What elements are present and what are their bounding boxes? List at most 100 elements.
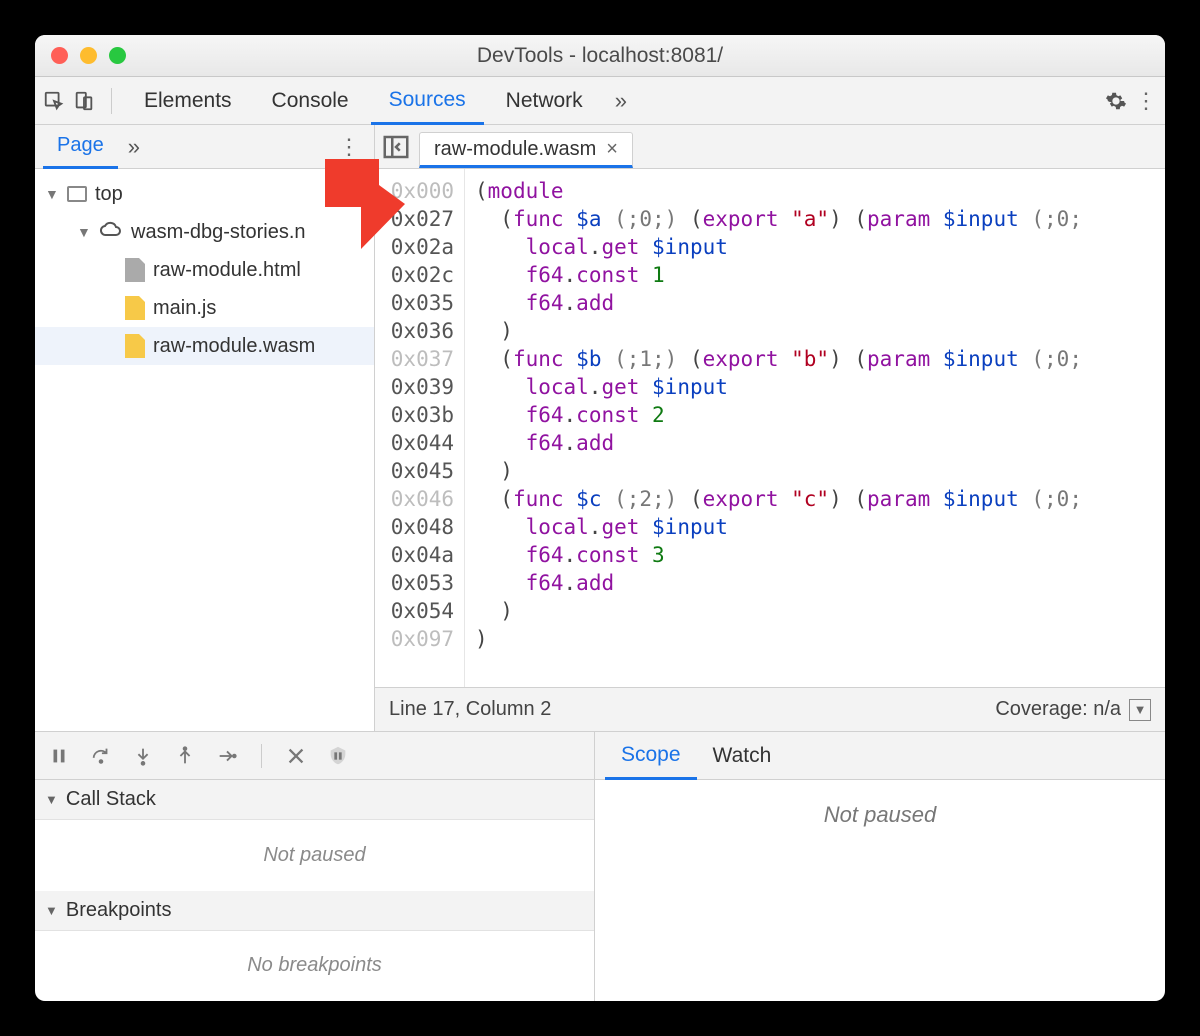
tab-elements[interactable]: Elements: [126, 77, 250, 124]
gutter-address[interactable]: 0x037: [379, 345, 454, 373]
gutter-address[interactable]: 0x04a: [379, 541, 454, 569]
code-editor[interactable]: 0x0000x0270x02a0x02c0x0350x0360x0370x039…: [375, 169, 1165, 687]
scope-body: Not paused: [595, 780, 1165, 1001]
call-stack-header[interactable]: ▼ Call Stack: [35, 780, 594, 820]
tree-file[interactable]: raw-module.wasm: [35, 327, 374, 365]
annotation-arrow-icon: [325, 159, 405, 255]
chevron-down-icon[interactable]: ▼: [1129, 699, 1151, 721]
kebab-menu-icon[interactable]: ⋮: [1133, 88, 1159, 114]
gutter-address[interactable]: 0x03b: [379, 401, 454, 429]
editor-tabs: raw-module.wasm ×: [375, 125, 1165, 169]
frame-icon: [67, 186, 87, 202]
scope-tab[interactable]: Scope: [605, 733, 697, 780]
close-icon[interactable]: ×: [606, 138, 618, 161]
gutter-address[interactable]: 0x039: [379, 373, 454, 401]
editor-tab[interactable]: raw-module.wasm ×: [419, 132, 633, 168]
breakpoints-header[interactable]: ▼ Breakpoints: [35, 891, 594, 931]
code-line: ): [475, 625, 1082, 653]
code-content: (module (func $a (;0;) (export "a") (par…: [465, 169, 1082, 687]
code-line: f64.add: [475, 429, 1082, 457]
gutter-address[interactable]: 0x02c: [379, 261, 454, 289]
cursor-position: Line 17, Column 2: [389, 698, 551, 721]
toolbar-separator: [111, 88, 112, 114]
window-title: DevTools - localhost:8081/: [35, 44, 1165, 68]
code-line: ): [475, 317, 1082, 345]
devtools-window: DevTools - localhost:8081/ Elements Cons…: [35, 35, 1165, 1001]
pause-on-exceptions-icon[interactable]: [326, 744, 350, 768]
call-stack-label: Call Stack: [66, 788, 156, 811]
gutter-address[interactable]: 0x097: [379, 625, 454, 653]
tab-network[interactable]: Network: [488, 77, 601, 124]
debugger-pane: ▼ Call Stack Not paused ▼ Breakpoints No…: [35, 731, 1165, 1001]
cloud-icon: [99, 220, 123, 244]
tree-file[interactable]: raw-module.html: [35, 251, 374, 289]
gutter-address[interactable]: 0x045: [379, 457, 454, 485]
tree-file[interactable]: main.js: [35, 289, 374, 327]
tree-origin[interactable]: ▼ wasm-dbg-stories.n: [35, 213, 374, 251]
gutter-address[interactable]: 0x053: [379, 569, 454, 597]
code-line: local.get $input: [475, 233, 1082, 261]
call-stack-body: Not paused: [35, 820, 594, 891]
file-icon: [125, 334, 145, 358]
gear-icon[interactable]: [1103, 88, 1129, 114]
gutter-address[interactable]: 0x046: [379, 485, 454, 513]
navigator-tab-page[interactable]: Page: [43, 126, 118, 169]
code-line: f64.add: [475, 289, 1082, 317]
code-line: f64.add: [475, 569, 1082, 597]
gutter-address[interactable]: 0x054: [379, 597, 454, 625]
code-line: f64.const 2: [475, 401, 1082, 429]
tree-label: main.js: [153, 297, 216, 320]
code-line: (func $b (;1;) (export "b") (param $inpu…: [475, 345, 1082, 373]
main-area: Page » ⋮ ▼ top ▼ wasm-dbg-stories.n: [35, 125, 1165, 731]
file-icon: [125, 296, 145, 320]
tab-sources[interactable]: Sources: [371, 78, 484, 125]
code-line: (module: [475, 177, 1082, 205]
breakpoints-body: No breakpoints: [35, 931, 594, 1002]
debugger-right-tabs: Scope Watch: [595, 732, 1165, 780]
toggle-navigator-icon[interactable]: [381, 132, 411, 162]
inspect-element-icon[interactable]: [41, 88, 67, 114]
debugger-right: Scope Watch Not paused: [595, 732, 1165, 1001]
editor-pane: raw-module.wasm × 0x0000x0270x02a0x02c0x…: [375, 125, 1165, 731]
step-into-icon[interactable]: [131, 744, 155, 768]
gutter-address[interactable]: 0x036: [379, 317, 454, 345]
tree-label: wasm-dbg-stories.n: [131, 221, 306, 244]
code-line: local.get $input: [475, 373, 1082, 401]
more-tabs-icon[interactable]: »: [605, 88, 637, 114]
tab-console[interactable]: Console: [254, 77, 367, 124]
navigator-kebab-icon[interactable]: ⋮: [332, 134, 366, 160]
coverage-status: Coverage: n/a: [995, 698, 1121, 721]
code-line: ): [475, 597, 1082, 625]
navigator-tabs: Page » ⋮: [35, 125, 374, 169]
editor-tab-label: raw-module.wasm: [434, 138, 596, 161]
code-line: f64.const 3: [475, 541, 1082, 569]
title-bar: DevTools - localhost:8081/: [35, 35, 1165, 77]
tree-label: top: [95, 183, 123, 206]
tree-label: raw-module.wasm: [153, 335, 315, 358]
editor-statusbar: Line 17, Column 2 Coverage: n/a ▼: [375, 687, 1165, 731]
code-line: (func $a (;0;) (export "a") (param $inpu…: [475, 205, 1082, 233]
navigator-more-icon[interactable]: »: [118, 134, 150, 160]
pause-icon[interactable]: [47, 744, 71, 768]
debugger-controls: [35, 732, 594, 780]
watch-tab[interactable]: Watch: [697, 732, 788, 779]
divider: [261, 744, 262, 768]
gutter-address[interactable]: 0x048: [379, 513, 454, 541]
navigator-pane: Page » ⋮ ▼ top ▼ wasm-dbg-stories.n: [35, 125, 375, 731]
main-toolbar: Elements Console Sources Network » ⋮: [35, 77, 1165, 125]
gutter-address[interactable]: 0x044: [379, 429, 454, 457]
step-icon[interactable]: [215, 744, 239, 768]
file-icon: [125, 258, 145, 282]
deactivate-breakpoints-icon[interactable]: [284, 744, 308, 768]
code-line: (func $c (;2;) (export "c") (param $inpu…: [475, 485, 1082, 513]
debugger-left: ▼ Call Stack Not paused ▼ Breakpoints No…: [35, 732, 595, 1001]
step-over-icon[interactable]: [89, 744, 113, 768]
gutter-address[interactable]: 0x035: [379, 289, 454, 317]
device-toggle-icon[interactable]: [71, 88, 97, 114]
step-out-icon[interactable]: [173, 744, 197, 768]
tree-label: raw-module.html: [153, 259, 301, 282]
breakpoints-label: Breakpoints: [66, 899, 172, 922]
tree-top-frame[interactable]: ▼ top: [35, 175, 374, 213]
code-line: local.get $input: [475, 513, 1082, 541]
file-tree: ▼ top ▼ wasm-dbg-stories.n raw-module.ht…: [35, 169, 374, 371]
